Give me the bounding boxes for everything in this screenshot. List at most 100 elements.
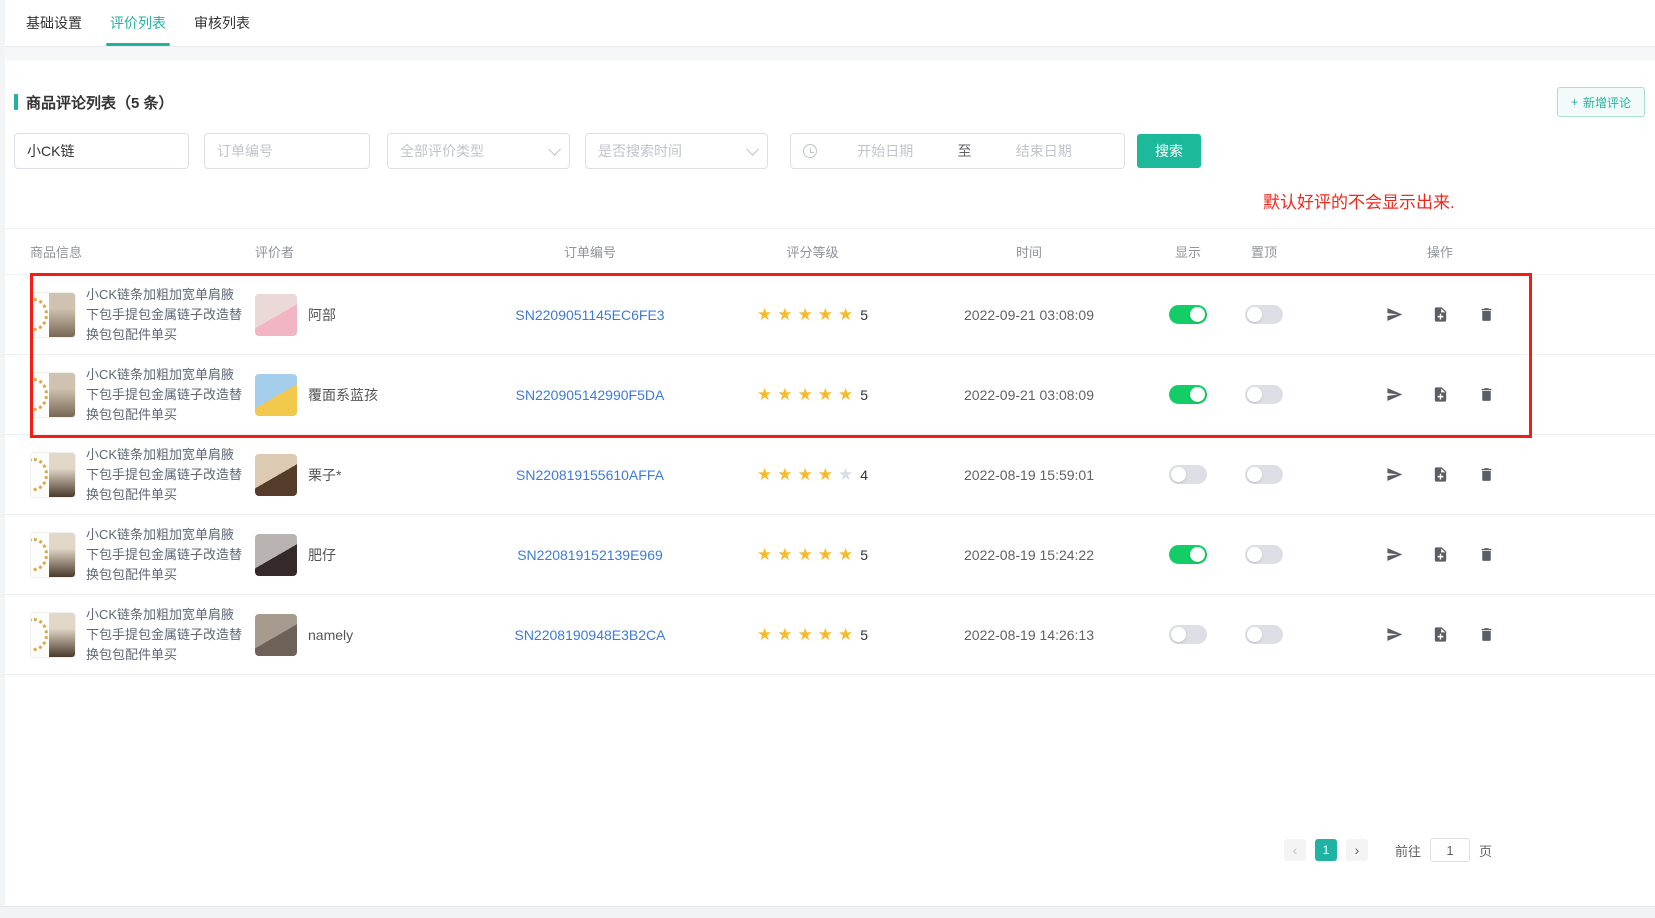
avatar [255, 294, 297, 336]
order-number-link[interactable]: SN2209051145EC6FE3 [515, 307, 664, 323]
send-action-button[interactable] [1386, 546, 1403, 563]
filter-bar: 全部评价类型 是否搜索时间 开始日期 至 结束日期 搜索 [14, 133, 1655, 169]
file-add-action-button[interactable] [1432, 626, 1449, 643]
order-number-link[interactable]: SN220905142990F5DA [516, 387, 665, 403]
star-icon[interactable]: ★ [757, 385, 772, 405]
send-action-button[interactable] [1386, 306, 1403, 323]
file-add-action-button[interactable] [1432, 306, 1449, 323]
star-icon[interactable]: ★ [838, 385, 853, 405]
visible-cell [1148, 625, 1228, 644]
star-icon[interactable]: ★ [777, 625, 792, 645]
page-title-text: 商品评论列表（5 条） [26, 92, 174, 113]
visible-toggle[interactable] [1169, 465, 1207, 484]
current-page-button[interactable]: 1 [1315, 839, 1337, 861]
pinned-cell [1228, 545, 1300, 564]
date-range-picker[interactable]: 开始日期 至 结束日期 [790, 133, 1125, 169]
star-icon[interactable]: ★ [777, 305, 792, 325]
star-icon[interactable]: ★ [818, 305, 833, 325]
star-icon[interactable]: ★ [797, 465, 812, 485]
table-body: 小CK链条加粗加宽单肩腋下包手提包金属链子改造替换包包配件单买 阿部 SN220… [0, 275, 1655, 675]
review-time: 2022-08-19 15:59:01 [910, 467, 1148, 483]
star-icon[interactable]: ★ [838, 305, 853, 325]
tab-audit-list[interactable]: 审核列表 [194, 0, 250, 46]
star-icon[interactable]: ★ [797, 385, 812, 405]
star-icon[interactable]: ★ [757, 465, 772, 485]
star-icon[interactable]: ★ [757, 305, 772, 325]
star-icon[interactable]: ★ [818, 545, 833, 565]
add-review-button[interactable]: + 新增评论 [1557, 87, 1645, 117]
review-type-select[interactable]: 全部评价类型 [387, 133, 570, 169]
send-icon [1386, 626, 1403, 643]
header-pinned: 置顶 [1228, 242, 1300, 261]
review-time: 2022-08-19 14:26:13 [910, 627, 1148, 643]
delete-action-button[interactable] [1478, 386, 1495, 403]
reviewer-cell: 肥仔 [255, 534, 465, 576]
file-add-action-button[interactable] [1432, 546, 1449, 563]
star-icon[interactable]: ★ [838, 625, 853, 645]
order-number-input[interactable] [204, 133, 370, 169]
pinned-toggle[interactable] [1245, 305, 1283, 324]
star-icon[interactable]: ★ [838, 545, 853, 565]
order-number-link[interactable]: SN220819155610AFFA [516, 467, 664, 483]
star-icon[interactable]: ★ [818, 625, 833, 645]
star-icon[interactable]: ★ [797, 625, 812, 645]
visible-toggle[interactable] [1169, 385, 1207, 404]
table-row: 小CK链条加粗加宽单肩腋下包手提包金属链子改造替换包包配件单买 肥仔 SN220… [0, 515, 1655, 595]
pinned-toggle[interactable] [1245, 465, 1283, 484]
time-search-select[interactable]: 是否搜索时间 [585, 133, 768, 169]
header-time: 时间 [910, 242, 1148, 261]
file-add-icon [1432, 626, 1449, 643]
rating-value: 5 [860, 307, 868, 323]
tab-basic-settings[interactable]: 基础设置 [26, 0, 82, 46]
product-title: 小CK链条加粗加宽单肩腋下包手提包金属链子改造替换包包配件单买 [86, 365, 242, 425]
reviewer-name: 阿部 [308, 305, 336, 325]
pinned-toggle[interactable] [1245, 545, 1283, 564]
star-icon[interactable]: ★ [797, 305, 812, 325]
product-cell: 小CK链条加粗加宽单肩腋下包手提包金属链子改造替换包包配件单买 [30, 445, 255, 505]
star-icon[interactable]: ★ [777, 545, 792, 565]
product-title: 小CK链条加粗加宽单肩腋下包手提包金属链子改造替换包包配件单买 [86, 285, 242, 345]
order-number-link[interactable]: SN220819152139E969 [517, 547, 663, 563]
product-thumbnail [30, 612, 76, 658]
star-icon[interactable]: ★ [838, 465, 853, 485]
product-thumbnail [30, 452, 76, 498]
star-icon[interactable]: ★ [777, 385, 792, 405]
visible-toggle[interactable] [1169, 545, 1207, 564]
goto-page-input[interactable] [1430, 838, 1470, 862]
header-order: 订单编号 [465, 242, 715, 261]
star-icon[interactable]: ★ [757, 625, 772, 645]
send-action-button[interactable] [1386, 626, 1403, 643]
reviewer-cell: namely [255, 614, 465, 656]
send-action-button[interactable] [1386, 386, 1403, 403]
send-action-button[interactable] [1386, 466, 1403, 483]
delete-action-button[interactable] [1478, 306, 1495, 323]
order-number-link[interactable]: SN2208190948E3B2CA [514, 627, 665, 643]
star-icon[interactable]: ★ [777, 465, 792, 485]
product-title: 小CK链条加粗加宽单肩腋下包手提包金属链子改造替换包包配件单买 [86, 525, 242, 585]
visible-cell [1148, 305, 1228, 324]
star-icon[interactable]: ★ [797, 545, 812, 565]
date-range-separator: 至 [954, 141, 976, 161]
table-row: 小CK链条加粗加宽单肩腋下包手提包金属链子改造替换包包配件单买 栗子* SN22… [0, 435, 1655, 515]
pinned-toggle[interactable] [1245, 625, 1283, 644]
file-add-action-button[interactable] [1432, 466, 1449, 483]
delete-action-button[interactable] [1478, 466, 1495, 483]
delete-action-button[interactable] [1478, 626, 1495, 643]
delete-action-button[interactable] [1478, 546, 1495, 563]
star-icon[interactable]: ★ [818, 385, 833, 405]
visible-toggle[interactable] [1169, 305, 1207, 324]
pinned-toggle[interactable] [1245, 385, 1283, 404]
red-annotation-note: 默认好评的不会显示出来. [1263, 188, 1455, 213]
next-page-button[interactable]: › [1346, 839, 1368, 861]
search-button[interactable]: 搜索 [1137, 134, 1201, 168]
product-keyword-input[interactable] [14, 133, 189, 169]
prev-page-button[interactable]: ‹ [1284, 839, 1306, 861]
tab-review-list[interactable]: 评价列表 [110, 0, 166, 46]
reviewer-cell: 栗子* [255, 454, 465, 496]
star-icon[interactable]: ★ [818, 465, 833, 485]
star-icon[interactable]: ★ [757, 545, 772, 565]
file-add-action-button[interactable] [1432, 386, 1449, 403]
visible-toggle[interactable] [1169, 625, 1207, 644]
send-icon [1386, 386, 1403, 403]
header-visible: 显示 [1148, 242, 1228, 261]
